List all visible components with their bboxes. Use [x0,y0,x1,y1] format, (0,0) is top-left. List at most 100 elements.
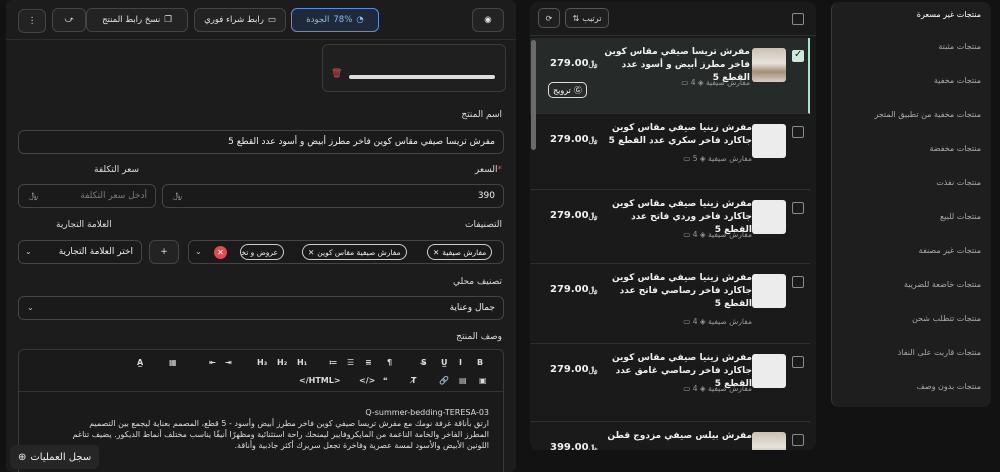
currency-icon: ﷼ [588,211,598,220]
filter-item[interactable]: منتجات خاضعة للضريبة [904,280,981,289]
product-thumbnail [752,354,786,388]
filters-panel: منتجات غير مسعرة منتجات مثبتة منتجات مخفية… [831,2,991,407]
product-price: ﷼279.00 [550,58,598,69]
filter-item[interactable]: منتجات مخفية من تطبيق المتجر [874,110,981,119]
product-list-scrollbar[interactable] [531,40,536,150]
tag-icon: ◈ [697,230,709,239]
quality-value: 78% [333,15,353,25]
plus-circle-icon: ⊕ [18,451,27,463]
product-name-input[interactable]: مفرش تريسا صيفي مقاس كوين فاخر مطرز أبيض… [18,130,504,154]
strikethrough-icon[interactable]: S̶ [421,358,427,367]
product-checkbox[interactable] [792,126,804,138]
currency-icon: ﷼ [588,285,598,294]
share-button[interactable]: ⤻ [52,8,86,32]
video-icon[interactable]: ▤ [459,376,467,385]
heading-2-icon[interactable]: H₂ [277,358,287,367]
product-list-header: ⇅ ترتيب ⟳ [530,2,816,36]
filter-item[interactable]: منتجات نفذت [936,178,981,187]
quality-ring-icon: ◔ [356,15,364,25]
product-title[interactable]: مفرش بيلس صيفي مزدوج قطن [602,430,752,443]
text-color-icon[interactable]: A̲ [137,358,143,367]
image-count-icon: ▭ [683,384,693,393]
filter-item[interactable]: منتجات تتطلب شحن [912,314,981,323]
heading-3-icon[interactable]: H₃ [257,358,267,367]
price-input[interactable]: 390 ﷼ [162,184,504,208]
trash-icon[interactable]: 🗑 [331,69,342,79]
product-row[interactable]: مفرش تريسا صيفي مقاس كوين فاخر مطرز أبيض… [530,38,810,114]
product-checkbox[interactable] [792,49,804,62]
more-options-button[interactable]: ⋮ [18,9,46,33]
settings-button[interactable]: ◉ [472,8,504,32]
brand-select[interactable]: اختر العلامة التجارية ⌄ [18,240,142,264]
link-icon[interactable]: 🔗 [439,376,449,385]
refresh-button[interactable]: ⟳ [538,8,560,28]
product-price: ﷼279.00 [550,284,598,295]
product-row[interactable]: مفرش زينيا صيفي مقاس كوين جاكارد فاخر رص… [530,344,810,422]
product-thumbnail [752,274,786,308]
rtl-icon[interactable]: ¶ [387,358,392,367]
currency-icon: ﷼ [173,191,182,200]
heading-1-icon[interactable]: H₁ [297,358,307,367]
promote-button[interactable]: ترويج Ⓖ [548,82,587,98]
italic-icon[interactable]: I [459,358,462,367]
category-chip[interactable]: عروض و تخفي✕ [240,244,284,260]
product-row[interactable]: مفرش زينيا صيفي مقاس كوين جاكارد فاخر رص… [530,264,810,344]
quick-buy-link-button[interactable]: رابط شراء فوري ▭ [194,8,286,32]
product-title[interactable]: مفرش زينيا صيفي مقاس كوين جاكارد فاخر رص… [602,272,752,311]
sort-button[interactable]: ⇅ ترتيب [565,8,609,28]
outdent-icon[interactable]: ⇥ [225,358,232,367]
currency-icon: ﷼ [588,365,598,374]
quote-icon[interactable]: ❝ [383,376,388,385]
copy-link-button[interactable]: نسخ رابط المنتج ❐ [86,8,188,32]
bullet-list-icon[interactable]: ☰ [347,358,354,367]
highlight-icon[interactable]: ▦ [169,358,177,367]
product-row[interactable]: مفرش بيلس صيفي مزدوج قطن ﷼399.00 [530,422,810,450]
currency-icon: ﷼ [588,443,598,450]
filter-item[interactable]: منتجات مخفضة [929,144,981,153]
sort-icon: ⇅ [572,13,580,23]
code-icon[interactable]: </> [359,376,375,385]
promote-icon: Ⓖ [573,85,582,95]
filter-item[interactable]: منتجات قاربت على النفاذ [898,348,981,357]
align-icon[interactable]: ≡ [365,358,372,367]
image-icon[interactable]: ▣ [479,376,487,385]
activity-log-button[interactable]: ⊕ سجل العمليات [10,445,100,469]
clear-format-icon[interactable]: T̸ [411,376,416,385]
filter-item[interactable]: منتجات بدون وصف [917,382,981,391]
select-all-checkbox[interactable] [792,13,804,25]
product-title[interactable]: مفرش زينيا صيفي مقاس كوين جاكارد فاخر سك… [602,122,752,148]
filter-item[interactable]: منتجات للبيع [940,212,981,221]
category-chip[interactable]: مفارش صيفية ✕ [427,244,493,260]
clear-categories-icon[interactable]: ✕ [214,246,227,259]
bold-icon[interactable]: B [477,358,483,367]
brand-label: العلامة التجارية [56,220,112,230]
underline-icon[interactable]: U̲ [441,358,448,367]
tag-icon: ◈ [697,154,709,163]
product-price: ﷼279.00 [550,134,598,145]
add-category-button[interactable]: + [149,240,179,264]
remove-chip-icon[interactable]: ✕ [308,248,314,257]
local-category-select[interactable]: جمال وعناية ⌄ [18,296,504,320]
ordered-list-icon[interactable]: ≔ [329,358,338,367]
filter-item[interactable]: منتجات مخفية [934,76,981,85]
quality-button[interactable]: الجودة 78% ◔ [291,8,379,32]
remove-chip-icon[interactable]: ✕ [433,248,439,257]
category-chip[interactable]: مفارش صيفية مقاس كوين ✕ [302,244,407,260]
filter-item[interactable]: منتجات غير مصنفة [919,246,981,255]
product-row[interactable]: مفرش زينيا صيفي مقاس كوين جاكارد فاخر سك… [530,114,810,190]
product-checkbox[interactable] [792,202,804,214]
refresh-icon: ⟳ [545,13,553,23]
chevron-down-icon: ⌄ [27,303,34,312]
html-toggle[interactable]: </HTML> [299,376,341,385]
product-checkbox[interactable] [792,356,804,368]
product-row[interactable]: مفرش زينيا صيفي مقاس كوين جاكارد فاخر ور… [530,190,810,264]
filter-item[interactable]: منتجات مثبتة [938,42,981,51]
filter-item[interactable]: منتجات غير مسعرة [917,10,981,19]
categories-label: التصنيفات [465,220,502,230]
product-checkbox[interactable] [792,276,804,288]
quick-buy-label: رابط شراء فوري [204,15,264,25]
cost-price-input[interactable]: أدخل سعر التكلفة ﷼ [18,184,156,208]
product-checkbox[interactable] [792,434,804,446]
indent-icon[interactable]: ⇤ [209,358,216,367]
tag-icon: ◈ [697,384,709,393]
